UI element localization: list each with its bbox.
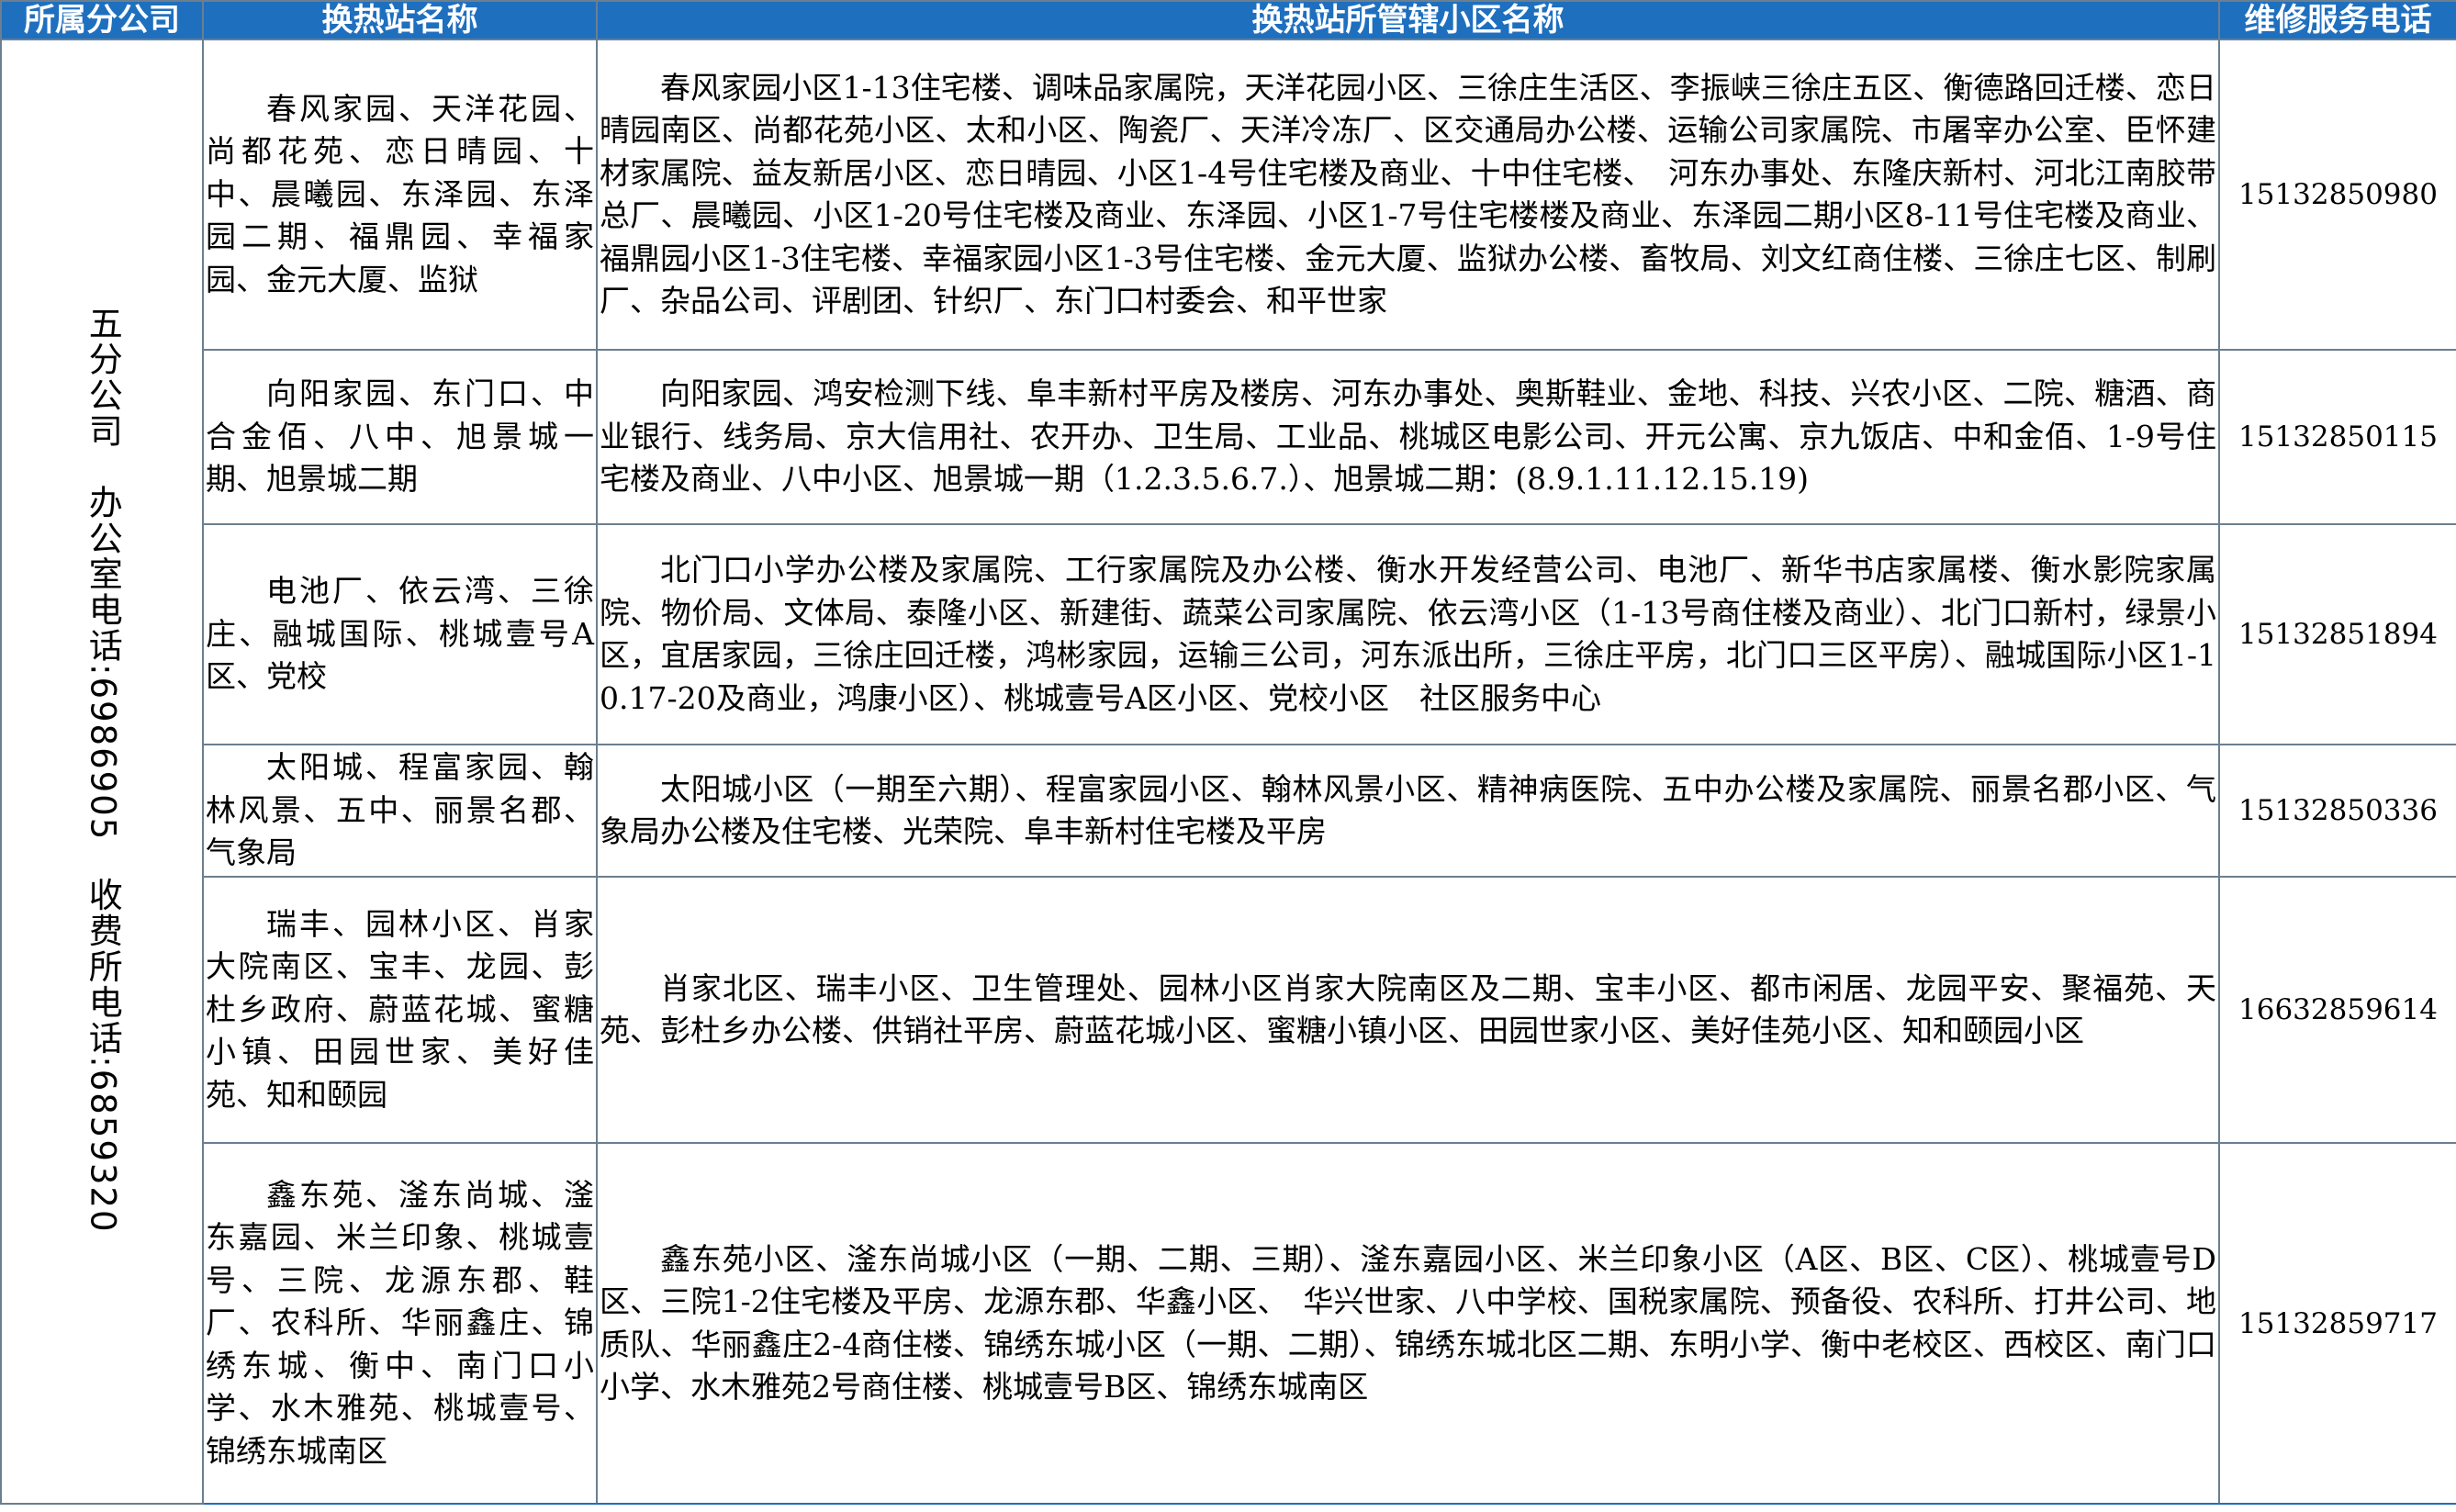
branch-name: 五分公司 — [83, 306, 123, 450]
repair-phone: 15132850336 — [2218, 744, 2456, 878]
station-name: 鑫东苑、滏东尚城、滏东嘉园、米兰印象、桃城壹号、三院、龙源东郡、鞋厂、农科所、华… — [202, 1142, 598, 1505]
table-row: 电池厂、依云湾、三徐庄、融城国际、桃城壹号A区、党校 北门口小学办公楼及家属院、… — [1, 523, 2456, 745]
branch-cell: 五分公司 办公室电话:6986905 收费所电话:6859320 — [0, 39, 204, 1505]
community-list: 春风家园小区1-13住宅楼、调味品家属院，天洋花园小区、三徐庄生活区、李振峡三徐… — [596, 39, 2220, 351]
fee-phone: 收费所电话:6859320 — [83, 877, 123, 1234]
community-list: 太阳城小区（一期至六期）、程富家园小区、翰林风景小区、精神病医院、五中办公楼及家… — [596, 744, 2220, 878]
office-phone: 办公室电话:6986905 — [83, 485, 123, 842]
header-row: 所属分公司 换热站名称 换热站所管辖小区名称 维修服务电话 — [0, 0, 2456, 40]
table-row: 太阳城、程富家园、翰林风景、五中、丽景名郡、气象局 太阳城小区（一期至六期）、程… — [1, 744, 2456, 878]
station-name: 电池厂、依云湾、三徐庄、融城国际、桃城壹号A区、党校 — [202, 523, 598, 745]
community-list: 肖家北区、瑞丰小区、卫生管理处、园林小区肖家大院南区及二期、宝丰小区、都市闲居、… — [596, 876, 2220, 1144]
repair-phone: 15132850980 — [2218, 39, 2456, 351]
station-name: 太阳城、程富家园、翰林风景、五中、丽景名郡、气象局 — [202, 744, 598, 878]
repair-phone: 15132850115 — [2218, 349, 2456, 525]
header-repair-phone: 维修服务电话 — [2218, 0, 2456, 40]
heat-station-table: 所属分公司 换热站名称 换热站所管辖小区名称 维修服务电话 五分公司 办公室电话… — [0, 0, 2456, 1505]
branch-label: 五分公司 办公室电话:6986905 收费所电话:6859320 — [83, 306, 122, 1234]
table-row: 鑫东苑、滏东尚城、滏东嘉园、米兰印象、桃城壹号、三院、龙源东郡、鞋厂、农科所、华… — [1, 1142, 2456, 1505]
community-list: 北门口小学办公楼及家属院、工行家属院及办公楼、衡水开发经营公司、电池厂、新华书店… — [596, 523, 2220, 745]
station-name: 向阳家园、东门口、中合金佰、八中、旭景城一期、旭景城二期 — [202, 349, 598, 525]
header-station-name: 换热站名称 — [202, 0, 598, 40]
community-list: 鑫东苑小区、滏东尚城小区（一期、二期、三期）、滏东嘉园小区、米兰印象小区（A区、… — [596, 1142, 2220, 1505]
header-community-names: 换热站所管辖小区名称 — [596, 0, 2220, 40]
station-name: 瑞丰、园林小区、肖家大院南区、宝丰、龙园、彭杜乡政府、蔚蓝花城、蜜糖小镇、田园世… — [202, 876, 598, 1144]
station-name: 春风家园、天洋花园、尚都花苑、恋日晴园、十中、晨曦园、东泽园、东泽园二期、福鼎园… — [202, 39, 598, 351]
repair-phone: 15132851894 — [2218, 523, 2456, 745]
repair-phone: 16632859614 — [2218, 876, 2456, 1144]
table-row: 瑞丰、园林小区、肖家大院南区、宝丰、龙园、彭杜乡政府、蔚蓝花城、蜜糖小镇、田园世… — [1, 876, 2456, 1144]
table-row: 向阳家园、东门口、中合金佰、八中、旭景城一期、旭景城二期 向阳家园、鸿安检测下线… — [1, 349, 2456, 525]
header-branch: 所属分公司 — [0, 0, 204, 40]
community-list: 向阳家园、鸿安检测下线、阜丰新村平房及楼房、河东办事处、奥斯鞋业、金地、科技、兴… — [596, 349, 2220, 525]
repair-phone: 15132859717 — [2218, 1142, 2456, 1505]
table-row: 五分公司 办公室电话:6986905 收费所电话:6859320 春风家园、天洋… — [0, 39, 2456, 1505]
